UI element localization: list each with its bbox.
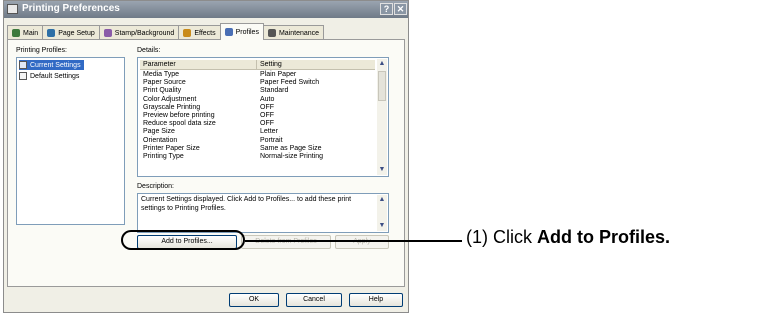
- tab-profiles[interactable]: Profiles: [219, 23, 264, 40]
- table-row: Orientation Portrait: [140, 137, 375, 145]
- parameter-cell: Grayscale Printing: [143, 103, 201, 111]
- callout-instruction: (1) Click Add to Profiles.: [466, 227, 670, 248]
- callout-emphasis: Add to Profiles.: [537, 227, 671, 247]
- help-button[interactable]: Help: [349, 293, 403, 307]
- profile-label: Current Settings: [30, 61, 81, 69]
- tab-label: Page Setup: [58, 29, 95, 37]
- column-header-setting[interactable]: Setting: [257, 60, 282, 69]
- setting-cell: Auto: [260, 95, 275, 103]
- cancel-button[interactable]: Cancel: [286, 293, 342, 307]
- details-scrollbar[interactable]: ▲ ▼: [377, 59, 387, 175]
- tab-strip: Main Page Setup Stamp/Background Effects…: [7, 23, 325, 40]
- tab-effects[interactable]: Effects: [178, 25, 221, 40]
- table-row: Color Adjustment Auto: [140, 96, 375, 104]
- profile-label: Default Settings: [30, 72, 80, 80]
- setting-cell: OFF: [260, 111, 274, 119]
- setting-cell: Paper Feed Switch: [260, 79, 320, 87]
- tab-label: Maintenance: [278, 29, 320, 37]
- scroll-up-icon[interactable]: ▲: [377, 195, 387, 205]
- callout-leader-line: [245, 240, 462, 242]
- tab-label: Main: [23, 29, 39, 37]
- table-row: Grayscale Printing OFF: [140, 104, 375, 112]
- details-rows: Media Type Plain Paper Paper Source Paper …: [140, 71, 375, 161]
- tab-main[interactable]: Main: [7, 25, 44, 40]
- printer-icon: [7, 4, 18, 14]
- window-title: Printing Preferences: [22, 3, 120, 14]
- effects-icon: [183, 29, 192, 37]
- printing-preferences-window: Printing Preferences ? ✕ Main Page Setup…: [3, 0, 409, 313]
- setting-cell: Same as Page Size: [260, 144, 322, 152]
- parameter-cell: Orientation: [143, 136, 178, 144]
- page-setup-icon: [47, 29, 56, 37]
- stamp-icon: [103, 29, 112, 37]
- table-row: Print Quality Standard: [140, 87, 375, 95]
- column-header-parameter[interactable]: Parameter: [140, 60, 257, 69]
- table-row: Reduce spool data size OFF: [140, 120, 375, 128]
- setting-cell: Plain Paper: [260, 71, 297, 78]
- callout-highlight: [121, 230, 245, 250]
- delete-from-profiles-button[interactable]: Delete from Profiles: [241, 235, 331, 249]
- printing-profiles-label: Printing Profiles:: [16, 47, 67, 54]
- apply-button[interactable]: Apply: [335, 235, 389, 249]
- tab-label: Effects: [194, 29, 216, 37]
- parameter-cell: Print Quality: [143, 87, 182, 95]
- table-row: Page Size Letter: [140, 128, 375, 136]
- profile-item-default-settings[interactable]: Default Settings: [19, 71, 82, 81]
- details-list: Parameter Setting Media Type Plain Paper …: [137, 57, 389, 177]
- ok-button[interactable]: OK: [229, 293, 279, 307]
- setting-cell: Normal-size Printing: [260, 152, 324, 160]
- close-window-button[interactable]: ✕: [394, 3, 407, 15]
- parameter-cell: Printing Type: [143, 152, 184, 160]
- scroll-down-icon[interactable]: ▼: [377, 165, 387, 175]
- table-row: Media Type Plain Paper: [140, 71, 375, 79]
- table-row: Preview before printing OFF: [140, 112, 375, 120]
- scroll-down-icon[interactable]: ▼: [377, 221, 387, 231]
- help-title-button[interactable]: ?: [380, 3, 393, 15]
- tab-label: Profiles: [235, 28, 259, 36]
- title-bar: Printing Preferences ? ✕: [4, 1, 408, 18]
- description-box: Current Settings displayed. Click Add to…: [137, 193, 389, 233]
- maintenance-icon: [267, 29, 276, 37]
- tab-stamp-background[interactable]: Stamp/Background: [98, 25, 180, 40]
- details-label: Details:: [137, 47, 161, 54]
- setting-cell: Portrait: [260, 136, 283, 144]
- setting-cell: OFF: [260, 103, 274, 111]
- main-icon: [12, 29, 20, 37]
- tab-maintenance[interactable]: Maintenance: [262, 25, 325, 40]
- setting-cell: OFF: [260, 120, 274, 128]
- description-label: Description:: [137, 183, 174, 190]
- profiles-icon: [224, 28, 233, 36]
- table-row: Printer Paper Size Same as Page Size: [140, 145, 375, 153]
- details-header: Parameter Setting: [140, 60, 375, 70]
- parameter-cell: Preview before printing: [143, 111, 215, 119]
- parameter-cell: Color Adjustment: [143, 95, 197, 103]
- parameter-cell: Reduce spool data size: [143, 120, 216, 128]
- scroll-up-icon[interactable]: ▲: [377, 59, 387, 69]
- tab-label: Stamp/Background: [114, 29, 175, 37]
- parameter-cell: Paper Source: [143, 79, 186, 87]
- profiles-list[interactable]: Current Settings Default Settings: [16, 57, 125, 225]
- parameter-cell: Printer Paper Size: [143, 144, 200, 152]
- profile-icon: [19, 72, 27, 80]
- tab-page-setup[interactable]: Page Setup: [42, 25, 100, 40]
- parameter-cell: Media Type: [143, 71, 180, 78]
- callout-prefix: (1) Click: [466, 227, 537, 247]
- setting-cell: Letter: [260, 128, 278, 136]
- table-row: Paper Source Paper Feed Switch: [140, 79, 375, 87]
- table-row: Printing Type Normal-size Printing: [140, 153, 375, 161]
- description-text: Current Settings displayed. Click Add to…: [141, 196, 352, 212]
- setting-cell: Standard: [260, 87, 289, 95]
- description-scrollbar[interactable]: ▲ ▼: [377, 195, 387, 231]
- scroll-thumb[interactable]: [378, 71, 386, 101]
- profile-icon: [19, 61, 27, 69]
- parameter-cell: Page Size: [143, 128, 175, 136]
- profile-item-current-settings[interactable]: Current Settings: [19, 60, 84, 70]
